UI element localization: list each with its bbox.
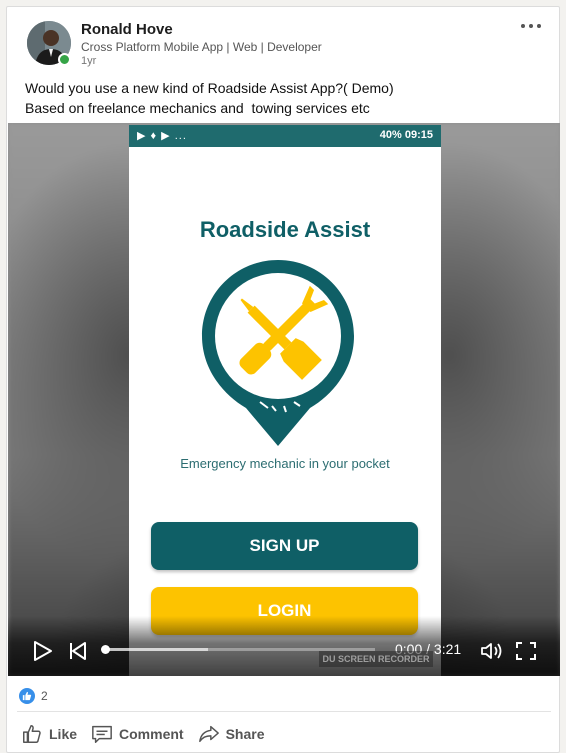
dot-icon xyxy=(529,24,533,28)
social-actions: Like Comment Share xyxy=(21,720,265,748)
fullscreen-icon[interactable] xyxy=(516,642,536,660)
skip-back-icon[interactable] xyxy=(68,641,88,661)
app-tagline: Emergency mechanic in your pocket xyxy=(180,456,390,471)
status-bar-right: 40% 09:15 xyxy=(379,129,433,141)
like-label: Like xyxy=(49,726,78,742)
app-title: Roadside Assist xyxy=(199,217,371,242)
dot-icon xyxy=(521,24,525,28)
reactions-summary[interactable]: 2 xyxy=(19,687,48,705)
author-headline: Cross Platform Mobile App | Web | Develo… xyxy=(81,40,322,54)
wrench-screwdriver-pin-logo xyxy=(202,260,354,446)
share-button[interactable]: Share xyxy=(198,720,265,748)
share-label: Share xyxy=(225,726,265,742)
sign-up-button: SIGN UP xyxy=(151,522,418,570)
progress-scrubber-handle[interactable] xyxy=(101,645,110,654)
status-bar-left: ▶ ♦ ▶ ... xyxy=(137,130,187,142)
play-icon[interactable] xyxy=(32,640,54,662)
post-text-line: Based on freelance mechanics and towing … xyxy=(25,100,370,116)
reaction-count: 2 xyxy=(41,689,48,703)
post-card: Ronald Hove Cross Platform Mobile App | … xyxy=(6,6,560,753)
post-text: Would you use a new kind of Roadside Ass… xyxy=(25,78,545,118)
thumbs-up-icon xyxy=(23,725,41,743)
volume-icon[interactable] xyxy=(480,641,504,661)
author-name[interactable]: Ronald Hove xyxy=(81,21,173,38)
video-player[interactable]: ▶ ♦ ▶ ... 40% 09:15 Roadside Assist Emer… xyxy=(8,123,560,676)
phone-status-bar: ▶ ♦ ▶ ... 40% 09:15 xyxy=(129,125,441,147)
post-time: 1yr xyxy=(81,55,97,67)
video-controls-bar: 0:00 / 3:21 xyxy=(8,616,560,676)
comment-label: Comment xyxy=(119,726,184,742)
divider xyxy=(17,711,551,712)
like-reaction-icon xyxy=(19,688,35,704)
comment-icon xyxy=(92,725,112,743)
video-frame-phone-screen: ▶ ♦ ▶ ... 40% 09:15 Roadside Assist Emer… xyxy=(129,125,441,676)
screen-recorder-watermark: DU SCREEN RECORDER xyxy=(319,651,433,667)
progress-buffered xyxy=(105,648,208,651)
share-icon xyxy=(198,725,219,743)
comment-button[interactable]: Comment xyxy=(91,720,184,748)
online-status-dot xyxy=(58,53,71,66)
more-options-button[interactable] xyxy=(517,17,545,35)
like-button[interactable]: Like xyxy=(21,720,77,748)
post-text-line: Would you use a new kind of Roadside Ass… xyxy=(25,80,394,96)
dot-icon xyxy=(537,24,541,28)
